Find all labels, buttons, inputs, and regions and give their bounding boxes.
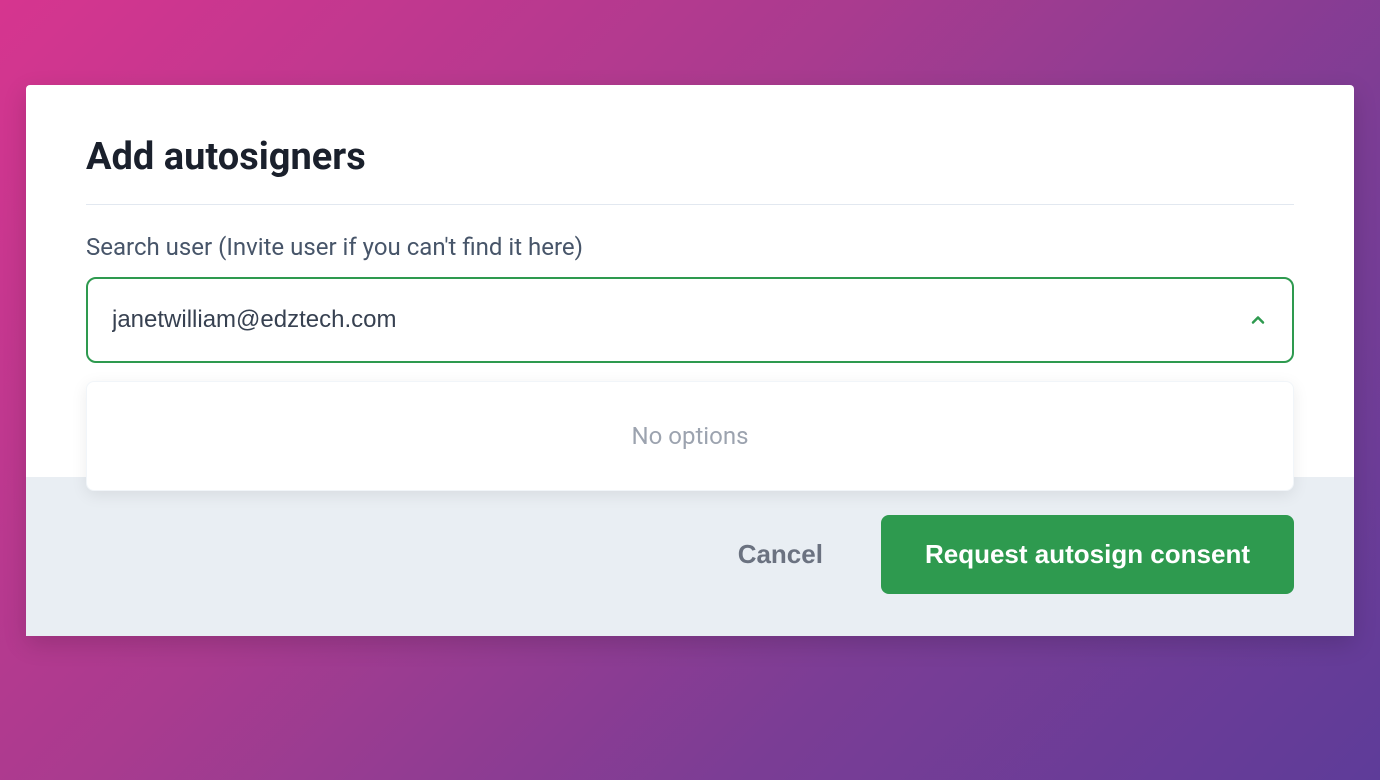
search-user-combobox[interactable]: [86, 277, 1294, 363]
modal-footer: Cancel Request autosign consent: [26, 477, 1354, 636]
search-user-label: Search user (Invite user if you can't fi…: [86, 233, 1294, 261]
modal-body: Search user (Invite user if you can't fi…: [26, 233, 1354, 401]
search-user-input[interactable]: [112, 279, 1248, 361]
divider: [86, 204, 1294, 205]
add-autosigners-modal: Add autosigners Search user (Invite user…: [26, 85, 1354, 636]
no-options-text: No options: [107, 422, 1273, 450]
search-dropdown-panel: No options: [86, 381, 1294, 491]
modal-title: Add autosigners: [86, 135, 1294, 179]
cancel-button[interactable]: Cancel: [738, 539, 823, 570]
chevron-up-icon[interactable]: [1248, 310, 1268, 330]
request-autosign-consent-button[interactable]: Request autosign consent: [881, 515, 1294, 594]
modal-header: Add autosigners: [26, 85, 1354, 204]
